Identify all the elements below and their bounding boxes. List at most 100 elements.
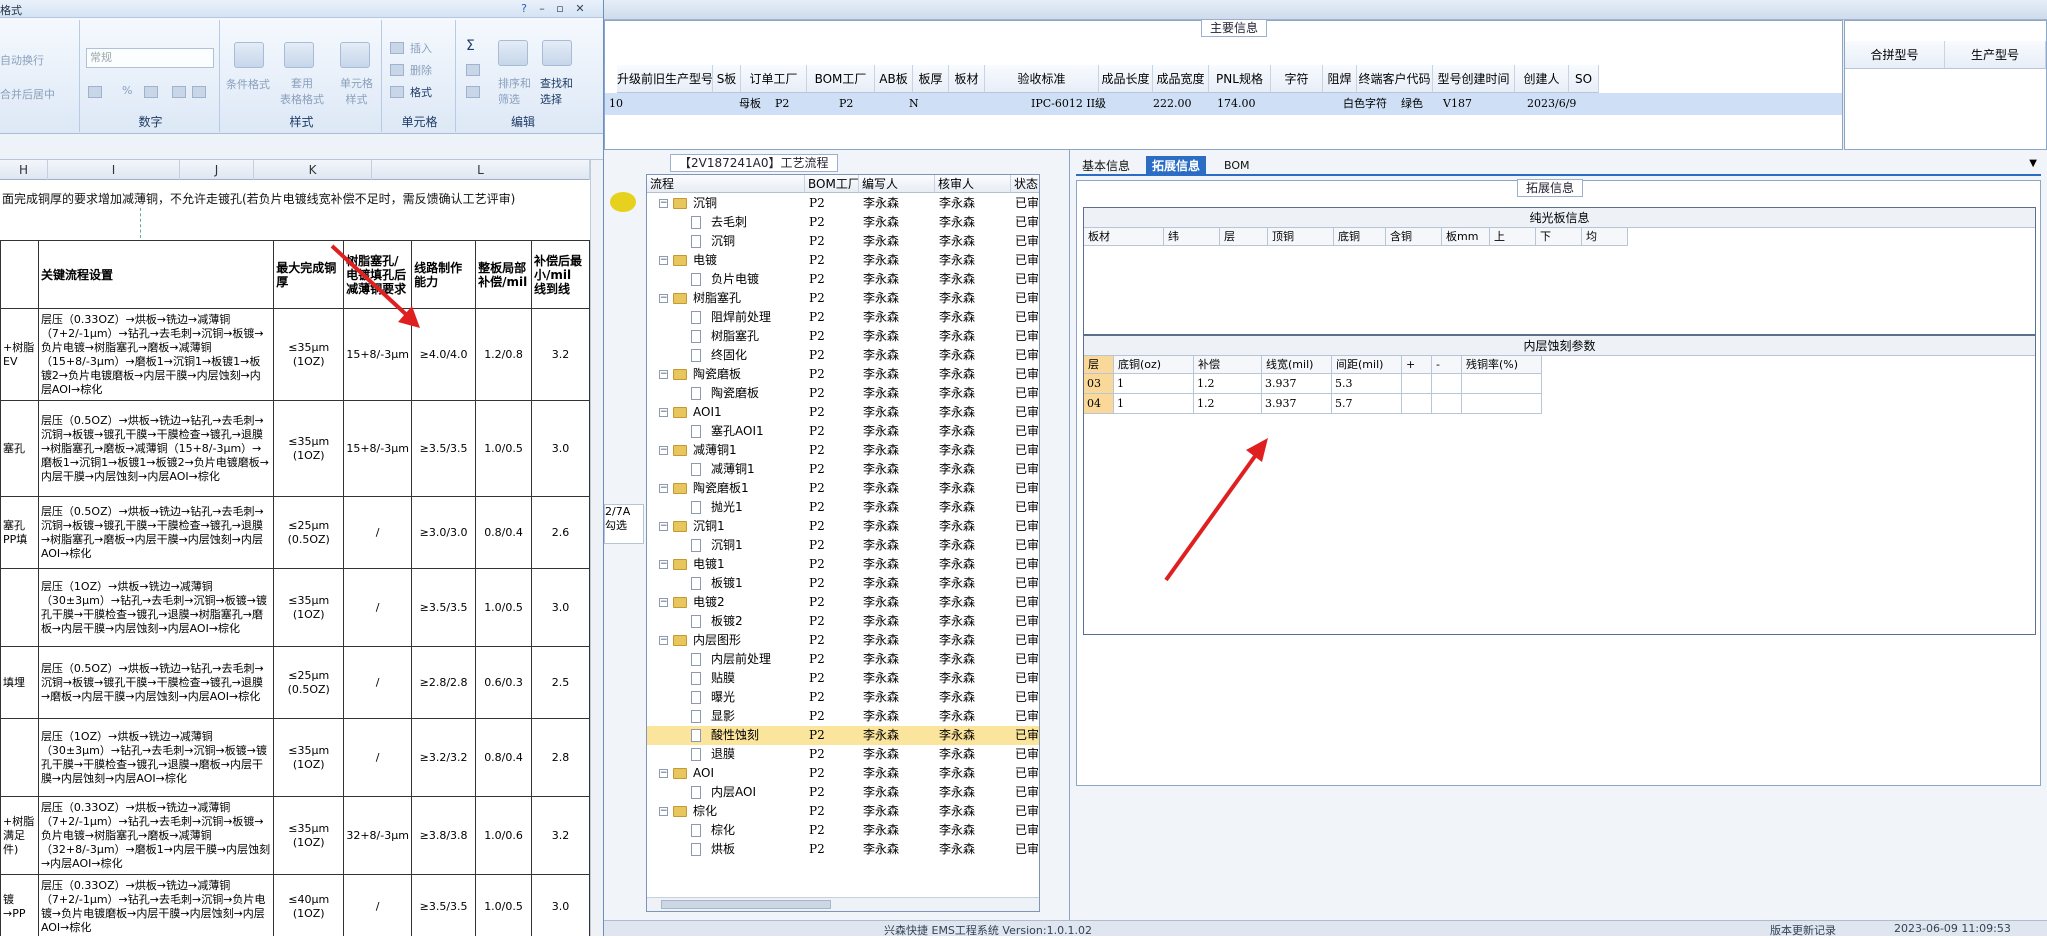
- wrap-text-button[interactable]: 自动换行: [0, 52, 44, 68]
- etch-cell[interactable]: 3.937: [1262, 374, 1332, 394]
- main-info-header[interactable]: 字符: [1271, 65, 1323, 93]
- table-cell-cap[interactable]: ≥3.5/3.5: [411, 874, 477, 936]
- etch-cell[interactable]: [1462, 374, 1542, 394]
- table-cell-thick[interactable]: ≤35μm (1OZ): [273, 308, 345, 401]
- tree-row[interactable]: − AOI P2 李永森 李永森 已审核: [647, 764, 1039, 783]
- collapse-icon[interactable]: −: [659, 370, 668, 379]
- etch-cell[interactable]: 04: [1084, 394, 1114, 414]
- main-info-header[interactable]: 终端客户代码: [1357, 65, 1433, 93]
- decrease-decimal-icon[interactable]: [192, 86, 206, 98]
- table-cell-req[interactable]: /: [343, 718, 413, 797]
- shape-handle[interactable]: [140, 208, 150, 238]
- table-cell-thick[interactable]: ≤35μm (1OZ): [273, 718, 345, 797]
- table-cell-left[interactable]: 填埋: [0, 646, 39, 719]
- main-info-header[interactable]: S板: [713, 65, 741, 93]
- collapse-icon[interactable]: −: [659, 484, 668, 493]
- table-cell-comp[interactable]: 1.0/0.6: [475, 796, 533, 875]
- tree-row[interactable]: 去毛刺 P2 李永森 李永森 已审核: [647, 213, 1039, 232]
- etch-cell[interactable]: [1462, 394, 1542, 414]
- table-cell-min[interactable]: 2.5: [531, 646, 590, 719]
- restore-icon[interactable]: ▫: [552, 2, 568, 16]
- insert-button[interactable]: 插入: [410, 40, 432, 56]
- table-cell-left[interactable]: 塞孔: [0, 400, 39, 497]
- table-cell-min[interactable]: 3.0: [531, 400, 590, 497]
- tree-row[interactable]: − 树脂塞孔 P2 李永森 李永森 已审核: [647, 289, 1039, 308]
- table-cell-left[interactable]: +树脂 EV: [0, 308, 39, 401]
- collapse-icon[interactable]: −: [659, 598, 668, 607]
- tree-row[interactable]: − AOI1 P2 李永森 李永森 已审核: [647, 403, 1039, 422]
- tree-row[interactable]: − 沉铜 P2 李永森 李永森 已审核: [647, 194, 1039, 213]
- tree-header-bom[interactable]: BOM工厂: [805, 175, 859, 193]
- find-select-icon[interactable]: [542, 40, 572, 66]
- table-cell-left[interactable]: +树脂 满足 件): [0, 796, 39, 875]
- table-cell-min[interactable]: 2.8: [531, 718, 590, 797]
- currency-icon[interactable]: [88, 86, 102, 98]
- number-format-select[interactable]: 常规: [86, 48, 214, 68]
- find-select-button[interactable]: 查找和 选择: [540, 76, 573, 108]
- table-cell-req[interactable]: /: [343, 568, 413, 647]
- table-cell-comp[interactable]: 0.6/0.3: [475, 646, 533, 719]
- comma-icon[interactable]: [144, 86, 158, 98]
- table-cell-min[interactable]: 3.0: [531, 568, 590, 647]
- table-cell-thick[interactable]: ≤35μm (1OZ): [273, 796, 345, 875]
- table-cell-comp[interactable]: 1.0/0.5: [475, 400, 533, 497]
- tree-row[interactable]: 内层前处理 P2 李永森 李永森 已审核: [647, 650, 1039, 669]
- table-cell-comp[interactable]: 1.0/0.5: [475, 874, 533, 936]
- table-cell-comp[interactable]: 1.2/0.8: [475, 308, 533, 401]
- core-board-header[interactable]: 均: [1582, 228, 1628, 246]
- tree-row[interactable]: 沉铜 P2 李永森 李永森 已审核: [647, 232, 1039, 251]
- tabs-dropdown-icon[interactable]: ▼: [2029, 158, 2037, 169]
- etch-cell[interactable]: 1.2: [1194, 394, 1262, 414]
- table-cell-req[interactable]: /: [343, 874, 413, 936]
- tree-header-reviewer[interactable]: 核审人: [935, 175, 1011, 193]
- table-cell-req[interactable]: 32+8/-3μm: [343, 796, 413, 875]
- core-board-header[interactable]: 含铜: [1386, 228, 1442, 246]
- core-board-header[interactable]: 底铜: [1334, 228, 1386, 246]
- tree-row[interactable]: 贴膜 P2 李永森 李永森 已审核: [647, 669, 1039, 688]
- tree-row[interactable]: 烘板 P2 李永森 李永森 已审核: [647, 840, 1039, 859]
- help-icon[interactable]: ?: [516, 2, 532, 16]
- table-cell-req[interactable]: 15+8/-3μm: [343, 308, 413, 401]
- table-cell-left[interactable]: [0, 718, 39, 797]
- table-cell-thick[interactable]: ≤35μm (1OZ): [273, 568, 345, 647]
- table-cell-comp[interactable]: 1.0/0.5: [475, 568, 533, 647]
- main-info-header[interactable]: 成品宽度: [1153, 65, 1209, 93]
- table-cell-comp[interactable]: 0.8/0.4: [475, 718, 533, 797]
- main-info-grid[interactable]: 升级前旧生产型号 S板 订单工厂 BOM工厂 AB板 板厚 板材 验收标准 成品长度 成品宽度 PN…: [605, 45, 1842, 149]
- table-cell-cap[interactable]: ≥2.8/2.8: [411, 646, 477, 719]
- collapse-icon[interactable]: −: [659, 769, 668, 778]
- collapse-icon[interactable]: −: [659, 636, 668, 645]
- tree-header-flow[interactable]: 流程: [647, 175, 805, 193]
- etch-cell[interactable]: 03: [1084, 374, 1114, 394]
- etch-cell[interactable]: [1432, 394, 1462, 414]
- minimize-icon[interactable]: –: [534, 2, 550, 16]
- tree-row[interactable]: 抛光1 P2 李永森 李永森 已审核: [647, 498, 1039, 517]
- main-info-header[interactable]: 升级前旧生产型号: [617, 65, 713, 93]
- collapse-icon[interactable]: −: [659, 807, 668, 816]
- collapse-icon[interactable]: −: [659, 446, 668, 455]
- table-cell-cap[interactable]: ≥4.0/4.0: [411, 308, 477, 401]
- table-cell-min[interactable]: 3.0: [531, 874, 590, 936]
- etch-cell[interactable]: 1: [1114, 394, 1194, 414]
- table-cell-left[interactable]: [0, 568, 39, 647]
- tree-header-writer[interactable]: 编写人: [859, 175, 935, 193]
- table-cell-min[interactable]: 3.2: [531, 308, 590, 401]
- delete-icon[interactable]: [390, 64, 404, 76]
- etch-header[interactable]: 残铜率(%): [1462, 356, 1542, 374]
- table-cell-flow[interactable]: 层压（0.5OZ）→烘板→铣边→钻孔→去毛刺→沉铜→板镀→镀孔干膜→干膜检查→镀…: [37, 496, 275, 569]
- core-board-header[interactable]: 板材: [1084, 228, 1164, 246]
- table-cell-cap[interactable]: ≥3.5/3.5: [411, 568, 477, 647]
- clear-icon[interactable]: [466, 86, 480, 98]
- tree-row[interactable]: − 陶瓷磨板 P2 李永森 李永森 已审核: [647, 365, 1039, 384]
- fill-icon[interactable]: [466, 64, 480, 76]
- table-cell-thick[interactable]: ≤35μm (1OZ): [273, 400, 345, 497]
- main-info-header[interactable]: 板厚: [913, 65, 949, 93]
- tree-row[interactable]: − 陶瓷磨板1 P2 李永森 李永森 已审核: [647, 479, 1039, 498]
- etch-header[interactable]: 底铜(oz): [1114, 356, 1194, 374]
- insert-icon[interactable]: [390, 42, 404, 54]
- core-board-header[interactable]: 板mm: [1442, 228, 1490, 246]
- main-info-header[interactable]: 成品长度: [1099, 65, 1153, 93]
- tree-row[interactable]: − 内层图形 P2 李永森 李永森 已审核: [647, 631, 1039, 650]
- tree-row[interactable]: 树脂塞孔 P2 李永森 李永森 已审核: [647, 327, 1039, 346]
- merge-model-header[interactable]: 合拼型号: [1845, 41, 1945, 69]
